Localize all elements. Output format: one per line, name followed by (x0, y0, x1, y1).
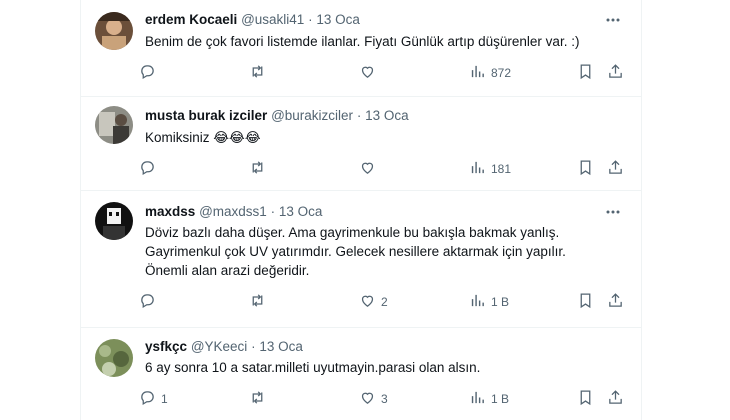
like-button[interactable] (359, 62, 381, 84)
separator: · (356, 108, 362, 123)
bookmark-button[interactable] (577, 388, 594, 410)
tweet[interactable]: maxdss @maxdss1 · 13 Oca Döviz bazlı dah… (81, 190, 641, 328)
share-icon (607, 389, 624, 409)
tweet-date[interactable]: 13 Oca (316, 12, 360, 27)
avatar[interactable] (95, 339, 133, 377)
display-name[interactable]: ysfkçc (145, 339, 187, 354)
views-count: 1 B (491, 295, 510, 309)
user-handle[interactable]: @burakizciler (271, 108, 353, 123)
bookmark-icon (577, 63, 594, 83)
tweet-text: 6 ay sonra 10 a satar.milleti uyutmayin.… (145, 360, 481, 375)
views-button[interactable]: 181 (469, 158, 511, 180)
views-icon (469, 292, 486, 312)
like-button[interactable]: 3 (359, 388, 388, 410)
share-icon (607, 159, 624, 179)
tweet[interactable]: ysfkçc @YKeeci · 13 Oca 6 ay sonra 10 a … (81, 327, 641, 420)
retweet-button[interactable] (249, 62, 271, 84)
separator: · (251, 339, 256, 354)
tweet-actions: 1 3 1 B (139, 388, 629, 410)
reply-icon (139, 292, 156, 312)
views-icon (469, 389, 486, 409)
reply-button[interactable] (139, 158, 161, 180)
bookmark-button[interactable] (577, 158, 594, 180)
share-button[interactable] (607, 62, 624, 84)
display-name[interactable]: erdem Kocaeli (145, 12, 237, 27)
tweet-text: Benim de çok favori listemde ilanlar. Fi… (145, 34, 580, 49)
views-count: 181 (491, 162, 512, 176)
share-button[interactable] (607, 291, 624, 313)
retweet-button[interactable] (249, 291, 271, 313)
tweet-text: Döviz bazlı daha düşer. Ama gayrimenkule… (145, 225, 566, 278)
bookmark-icon (577, 292, 594, 312)
user-handle[interactable]: @usakli41 (241, 12, 304, 27)
reply-icon (139, 159, 156, 179)
avatar[interactable] (95, 106, 133, 144)
tweet-actions: 181 (139, 158, 629, 180)
views-count: 1 B (491, 392, 510, 406)
user-handle[interactable]: @YKeeci (191, 339, 247, 354)
like-button[interactable] (359, 158, 381, 180)
display-name[interactable]: musta burak izciler (145, 108, 267, 123)
like-icon (359, 63, 376, 83)
timeline: erdem Kocaeli @usakli41 · 13 Oca Benim d… (80, 0, 642, 420)
bookmark-icon (577, 159, 594, 179)
avatar[interactable] (95, 202, 133, 240)
reply-count: 1 (161, 392, 168, 406)
views-count: 872 (491, 66, 512, 80)
views-icon (469, 159, 486, 179)
like-icon (359, 389, 376, 409)
separator: · (270, 204, 276, 219)
user-handle[interactable]: @maxdss1 (199, 204, 267, 219)
retweet-icon (249, 292, 266, 312)
tweet-date[interactable]: 13 Oca (365, 108, 409, 123)
tweet[interactable]: erdem Kocaeli @usakli41 · 13 Oca Benim d… (81, 0, 641, 97)
share-icon (607, 63, 624, 83)
separator: · (308, 12, 313, 27)
reply-icon (139, 389, 156, 409)
like-icon (359, 292, 376, 312)
bookmark-button[interactable] (577, 291, 594, 313)
reply-icon (139, 63, 156, 83)
tweet-actions: 2 1 B (139, 291, 629, 313)
bookmark-icon (577, 389, 594, 409)
share-icon (607, 292, 624, 312)
tweet-actions: 872 (139, 62, 629, 84)
tweet-header: ysfkçc @YKeeci · 13 Oca (145, 337, 601, 357)
share-button[interactable] (607, 158, 624, 180)
tweet-header: erdem Kocaeli @usakli41 · 13 Oca (145, 10, 601, 30)
reply-button[interactable]: 1 (139, 388, 168, 410)
reply-button[interactable] (139, 291, 161, 313)
tweet-date[interactable]: 13 Oca (259, 339, 303, 354)
avatar[interactable] (95, 12, 133, 50)
retweet-button[interactable] (249, 388, 271, 410)
tweet-date[interactable]: 13 Oca (279, 204, 323, 219)
like-count: 3 (381, 392, 388, 406)
like-count: 2 (381, 295, 388, 309)
bookmark-button[interactable] (577, 62, 594, 84)
tweet-header: musta burak izciler @burakizciler · 13 O… (145, 106, 601, 126)
retweet-icon (249, 63, 266, 83)
retweet-icon (249, 159, 266, 179)
more-icon[interactable] (603, 10, 623, 30)
display-name[interactable]: maxdss (145, 204, 195, 219)
retweet-button[interactable] (249, 158, 271, 180)
like-icon (359, 159, 376, 179)
share-button[interactable] (607, 388, 624, 410)
tweet[interactable]: musta burak izciler @burakizciler · 13 O… (81, 96, 641, 191)
tweet-text: Komiksiniz 😂😂😂 (145, 130, 261, 145)
retweet-icon (249, 389, 266, 409)
tweet-header: maxdss @maxdss1 · 13 Oca (145, 202, 601, 222)
reply-button[interactable] (139, 62, 161, 84)
views-icon (469, 63, 486, 83)
views-button[interactable]: 1 B (469, 388, 509, 410)
like-button[interactable]: 2 (359, 291, 388, 313)
views-button[interactable]: 1 B (469, 291, 509, 313)
views-button[interactable]: 872 (469, 62, 511, 84)
more-icon[interactable] (603, 202, 623, 222)
